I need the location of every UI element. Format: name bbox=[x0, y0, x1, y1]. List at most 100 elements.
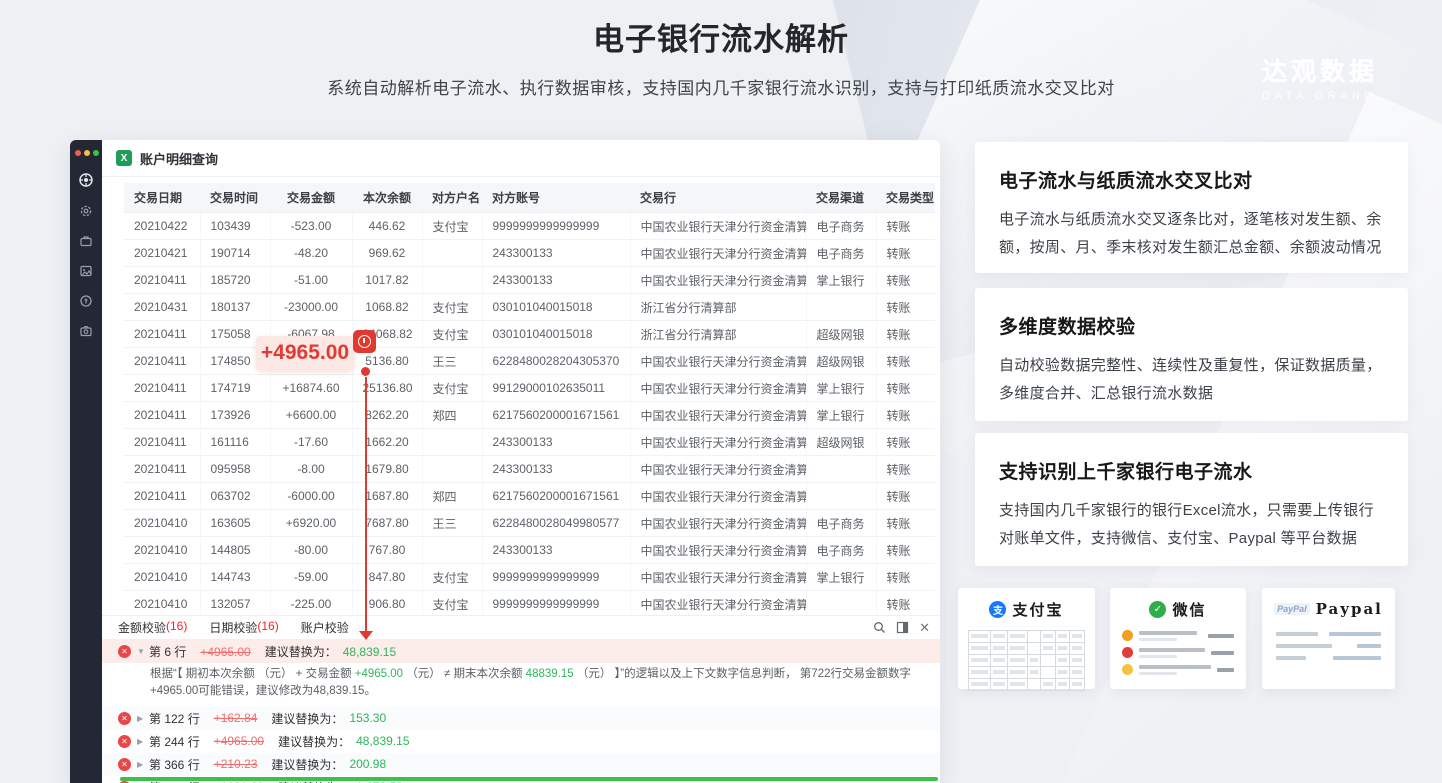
table-cell: 掌上银行 bbox=[806, 402, 876, 429]
table-cell: 243300133 bbox=[482, 240, 630, 267]
issue-old-value: +4965.00 bbox=[200, 645, 250, 659]
settings-gear-icon[interactable] bbox=[79, 204, 93, 218]
expand-caret-icon[interactable]: ▶ bbox=[137, 760, 149, 769]
feature-title: 多维度数据校验 bbox=[999, 312, 1384, 339]
table-cell: 中国农业银行天津分行资金清算中心 bbox=[630, 510, 806, 537]
camera-icon[interactable] bbox=[79, 324, 93, 338]
table-cell bbox=[422, 429, 482, 456]
table-cell: 20210410 bbox=[124, 537, 200, 564]
column-header: 交易日期 bbox=[124, 183, 200, 213]
close-window-icon[interactable] bbox=[75, 150, 81, 156]
table-row[interactable]: 20210410132057-225.00906.80支付宝9999999999… bbox=[124, 591, 935, 616]
brand-name: 支付宝 bbox=[1012, 599, 1063, 620]
annotation-arrow bbox=[359, 631, 373, 640]
column-header: 交易时间 bbox=[200, 183, 270, 213]
table-cell: 030101040015018 bbox=[482, 294, 630, 321]
table-cell: 20210410 bbox=[124, 510, 200, 537]
table-row[interactable]: 20210411185720-51.001017.82243300133中国农业… bbox=[124, 267, 935, 294]
alipay-statement-thumbnail bbox=[968, 630, 1085, 691]
table-cell bbox=[806, 483, 876, 510]
table-row[interactable]: 20210411095958-8.001679.80243300133中国农业银… bbox=[124, 456, 935, 483]
table-cell: 180137 bbox=[200, 294, 270, 321]
page: 电子银行流水解析 系统自动解析电子流水、执行数据审核，支持国内几千家银行流水识别… bbox=[0, 0, 1442, 783]
table-cell: 9999999999999999 bbox=[482, 213, 630, 240]
table-cell: 电子商务 bbox=[806, 240, 876, 267]
minimize-window-icon[interactable] bbox=[84, 150, 90, 156]
table-cell: 163605 bbox=[200, 510, 270, 537]
close-panel-icon[interactable]: ✕ bbox=[919, 620, 930, 636]
window-content: X 账户明细查询 交易日期交易时间交易金额本次余额对方户名对方账号交易行交易渠道… bbox=[102, 140, 940, 783]
issue-old-value: +210.23 bbox=[214, 757, 258, 771]
expand-caret-icon[interactable]: ▶ bbox=[137, 714, 149, 723]
maximize-window-icon[interactable] bbox=[93, 150, 99, 156]
collapse-caret-icon[interactable]: ▼ bbox=[137, 647, 149, 656]
search-icon[interactable] bbox=[873, 621, 886, 634]
table-cell: 支付宝 bbox=[422, 321, 482, 348]
table-cell: 20210421 bbox=[124, 240, 200, 267]
tab-label: 金额校验 bbox=[118, 619, 166, 636]
table-cell: 20210431 bbox=[124, 294, 200, 321]
table-cell: 185720 bbox=[200, 267, 270, 294]
table-cell: 6217560200001671561 bbox=[482, 483, 630, 510]
page-title: 电子银行流水解析 bbox=[0, 14, 1442, 59]
table-row[interactable]: 20210411161116-17.601662.20243300133中国农业… bbox=[124, 429, 935, 456]
table-cell: 99129000102635011 bbox=[482, 375, 630, 402]
validation-issue-row[interactable]: ✕▶第 244 行+4965.00建议替换为：48,839.15 bbox=[102, 730, 940, 753]
issue-line-number: 第 6 行 bbox=[149, 643, 186, 660]
table-cell: +6920.00 bbox=[270, 510, 352, 537]
panel-layout-icon[interactable] bbox=[896, 621, 909, 634]
table-cell: -80.00 bbox=[270, 537, 352, 564]
table-cell: 转账 bbox=[876, 375, 935, 402]
validation-tabbar: 金额校验(16)日期校验(16)账户校验 ✕ bbox=[102, 616, 940, 640]
validation-tab[interactable]: 金额校验(16) bbox=[118, 619, 187, 636]
table-cell: 支付宝 bbox=[422, 294, 482, 321]
column-header: 交易行 bbox=[630, 183, 806, 213]
table-cell: +6600.00 bbox=[270, 402, 352, 429]
alert-clock-icon[interactable] bbox=[353, 330, 376, 353]
table-cell: 20210410 bbox=[124, 591, 200, 616]
table-row[interactable]: 20210431180137-23000.001068.82支付宝0301010… bbox=[124, 294, 935, 321]
table-cell: 转账 bbox=[876, 537, 935, 564]
table-cell: 转账 bbox=[876, 591, 935, 616]
table-row[interactable]: 20210410144743-59.00847.80支付宝99999999999… bbox=[124, 564, 935, 591]
table-cell: 王三 bbox=[422, 348, 482, 375]
table-row[interactable]: 20210421190714-48.20969.62243300133中国农业银… bbox=[124, 240, 935, 267]
validation-issue-row[interactable]: ✕▶第 366 行+210.23建议替换为：200.98 bbox=[102, 753, 940, 776]
table-row[interactable]: 20210411173926+6600.008262.20郑四621756020… bbox=[124, 402, 935, 429]
issue-line-number: 第 244 行 bbox=[149, 733, 200, 750]
table-cell: 超级网银 bbox=[806, 429, 876, 456]
table-row[interactable]: 20210411174719+16874.6025136.80支付宝991290… bbox=[124, 375, 935, 402]
table-row[interactable]: 20210410163605+6920.007687.80王三622848002… bbox=[124, 510, 935, 537]
wheel-logo-icon[interactable] bbox=[78, 172, 94, 188]
column-header: 交易渠道 bbox=[806, 183, 876, 213]
table-cell: 103439 bbox=[200, 213, 270, 240]
table-row[interactable]: 20210411063702-6000.001687.80郑四621756020… bbox=[124, 483, 935, 510]
validation-issue-row[interactable]: ✕▼第 6 行+4965.00建议替换为：48,839.15 bbox=[102, 640, 940, 663]
expand-caret-icon[interactable]: ▶ bbox=[137, 737, 149, 746]
table-cell: 906.80 bbox=[352, 591, 422, 616]
table-cell bbox=[422, 267, 482, 294]
table-cell: -23000.00 bbox=[270, 294, 352, 321]
table-cell: 电子商务 bbox=[806, 537, 876, 564]
tab-error-count: (16) bbox=[257, 619, 278, 636]
table-row[interactable]: 20210422103439-523.00446.62支付宝9999999999… bbox=[124, 213, 935, 240]
image-icon[interactable] bbox=[79, 264, 93, 278]
table-row[interactable]: 20210410144805-80.00767.80243300133中国农业银… bbox=[124, 537, 935, 564]
table-cell: 6228480028204305370 bbox=[482, 348, 630, 375]
table-cell: 掌上银行 bbox=[806, 564, 876, 591]
tab-label: 账户校验 bbox=[301, 619, 349, 636]
issue-new-value: 48,839.15 bbox=[343, 645, 396, 659]
validation-tab[interactable]: 日期校验(16) bbox=[209, 619, 278, 636]
table-cell: -17.60 bbox=[270, 429, 352, 456]
tab-label: 日期校验 bbox=[209, 619, 257, 636]
table-row[interactable]: 20210411175058-6067.9824068.82支付宝0301010… bbox=[124, 321, 935, 348]
brand-card-alipay: 支 支付宝 bbox=[958, 588, 1095, 689]
coin-icon[interactable] bbox=[79, 294, 93, 308]
validation-tab[interactable]: 账户校验 bbox=[301, 619, 349, 636]
table-cell: 支付宝 bbox=[422, 213, 482, 240]
table-row[interactable]: 202104111748505136.80王三62284800282043053… bbox=[124, 348, 935, 375]
brand-name: Paypal bbox=[1316, 600, 1383, 618]
validation-issue-row[interactable]: ✕▶第 122 行+162.84建议替换为：153.30 bbox=[102, 707, 940, 730]
briefcase-icon[interactable] bbox=[79, 234, 93, 248]
table-cell: 20210410 bbox=[124, 564, 200, 591]
